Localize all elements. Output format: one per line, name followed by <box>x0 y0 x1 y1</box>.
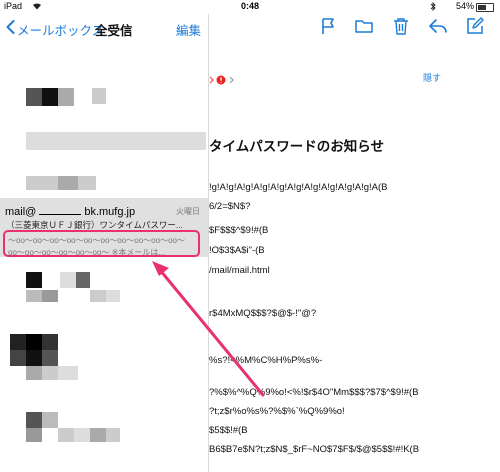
chevron-right-icon <box>209 76 214 84</box>
trash-icon[interactable] <box>391 16 411 36</box>
battery-icon <box>476 3 494 12</box>
mailbox-title: 全受信 <box>95 24 133 38</box>
folder-icon[interactable] <box>354 16 374 36</box>
bluetooth-icon <box>430 2 436 11</box>
sender-redacted <box>39 205 82 215</box>
body-line: 6/2=$N$? <box>209 201 251 212</box>
reply-icon[interactable] <box>428 16 448 36</box>
mail-list-pane: メールボックス 全受信 編集 mail@ bk.mufg.jp 火曜日 （三菱東… <box>0 14 209 472</box>
mail-title: タイムパスワードのお知らせ <box>209 139 384 154</box>
body-line: ?%$%^%Q%9%o!<%!$r$4O"Mm$$$?$7$^$9!#(B <box>209 387 419 398</box>
body-line: !O$3$A$i"-(B <box>209 245 265 256</box>
warning-icon <box>216 75 226 85</box>
back-chevron-icon[interactable] <box>6 20 15 34</box>
hide-details-button[interactable]: 隠す <box>423 71 441 84</box>
edit-button[interactable]: 編集 <box>176 20 201 39</box>
mail-sender: mail@ bk.mufg.jp <box>5 205 135 218</box>
body-line: /mail/mail.html <box>209 265 270 276</box>
battery-percent: 54% <box>455 1 474 11</box>
mail-detail-pane: 隠す タイムパスワードのお知らせ !g!A!g!A!g!A!g!A!g!A!g!… <box>209 14 500 472</box>
body-line: !g!A!g!A!g!A!g!A!g!A!g!A!g!A!g!A!g!A!g!A… <box>209 182 388 193</box>
body-line: B6$B7e$N?t;z$N$_$rF~NO$7$F$/$@$5$$!#!K(B <box>209 444 420 455</box>
body-line: ?t;z$r%o%s%?%$%`%Q%9%o! <box>209 406 345 417</box>
sender-suffix: bk.mufg.jp <box>84 206 136 218</box>
body-line: $5$$!#(B <box>209 425 248 436</box>
clock: 0:48 <box>240 1 259 11</box>
chevron-right-icon <box>229 76 234 84</box>
recipient-row <box>209 74 239 88</box>
back-button[interactable]: メールボックス <box>17 20 104 39</box>
compose-icon[interactable] <box>465 16 485 36</box>
sender-prefix: mail@ <box>5 206 37 218</box>
flag-icon[interactable] <box>318 16 338 36</box>
body-line: r$4MxMQ$$$?$@$-!"@? <box>209 308 317 319</box>
preview-highlight-box <box>3 230 200 257</box>
body-line: %s?!<%M%C%H%P%s%- <box>209 355 323 366</box>
mail-list-navbar: メールボックス 全受信 編集 <box>0 14 208 44</box>
body-line: $F$$$^$9!#(B <box>209 225 269 236</box>
status-bar: iPad 0:48 54% <box>0 0 500 14</box>
mail-date: 火曜日 <box>176 207 200 216</box>
